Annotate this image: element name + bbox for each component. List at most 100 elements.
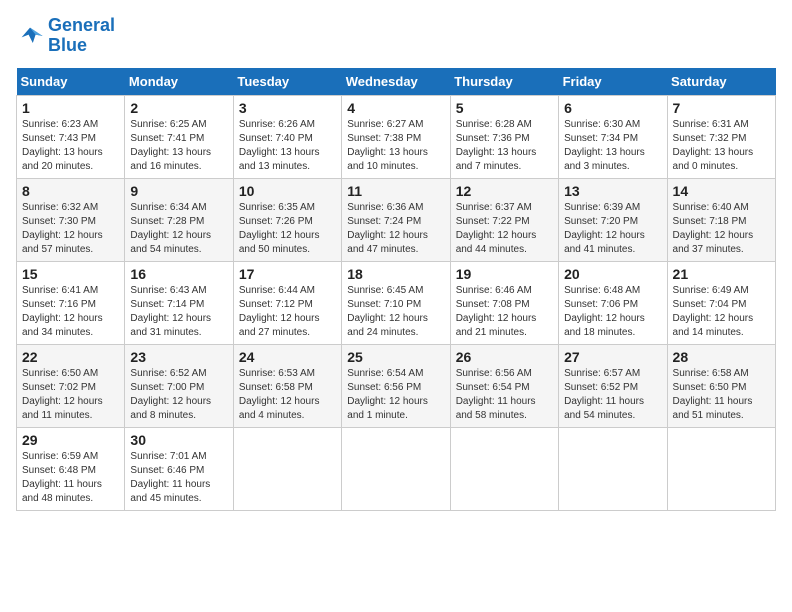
calendar-cell: 3 Sunrise: 6:26 AM Sunset: 7:40 PM Dayli… [233, 95, 341, 178]
day-info: Sunrise: 6:37 AM Sunset: 7:22 PM Dayligh… [456, 201, 553, 257]
day-info: Sunrise: 6:48 AM Sunset: 7:06 PM Dayligh… [564, 284, 661, 340]
day-number: 22 [22, 349, 119, 365]
day-info: Sunrise: 6:36 AM Sunset: 7:24 PM Dayligh… [347, 201, 444, 257]
day-info: Sunrise: 6:26 AM Sunset: 7:40 PM Dayligh… [239, 118, 336, 174]
day-number: 26 [456, 349, 553, 365]
calendar-cell: 27 Sunrise: 6:57 AM Sunset: 6:52 PM Dayl… [559, 344, 667, 427]
day-info: Sunrise: 6:56 AM Sunset: 6:54 PM Dayligh… [456, 367, 553, 423]
calendar-week-row: 8 Sunrise: 6:32 AM Sunset: 7:30 PM Dayli… [17, 178, 776, 261]
day-number: 16 [130, 266, 227, 282]
calendar-cell: 26 Sunrise: 6:56 AM Sunset: 6:54 PM Dayl… [450, 344, 558, 427]
logo-text: General Blue [48, 16, 115, 56]
calendar-week-row: 1 Sunrise: 6:23 AM Sunset: 7:43 PM Dayli… [17, 95, 776, 178]
calendar-table: SundayMondayTuesdayWednesdayThursdayFrid… [16, 68, 776, 511]
calendar-cell: 6 Sunrise: 6:30 AM Sunset: 7:34 PM Dayli… [559, 95, 667, 178]
calendar-cell: 7 Sunrise: 6:31 AM Sunset: 7:32 PM Dayli… [667, 95, 775, 178]
calendar-cell: 12 Sunrise: 6:37 AM Sunset: 7:22 PM Dayl… [450, 178, 558, 261]
day-number: 8 [22, 183, 119, 199]
day-number: 28 [673, 349, 770, 365]
day-header-friday: Friday [559, 68, 667, 96]
calendar-cell [342, 427, 450, 510]
day-number: 13 [564, 183, 661, 199]
calendar-cell: 4 Sunrise: 6:27 AM Sunset: 7:38 PM Dayli… [342, 95, 450, 178]
day-number: 21 [673, 266, 770, 282]
day-info: Sunrise: 6:43 AM Sunset: 7:14 PM Dayligh… [130, 284, 227, 340]
day-info: Sunrise: 6:32 AM Sunset: 7:30 PM Dayligh… [22, 201, 119, 257]
calendar-cell [233, 427, 341, 510]
day-header-monday: Monday [125, 68, 233, 96]
day-info: Sunrise: 6:31 AM Sunset: 7:32 PM Dayligh… [673, 118, 770, 174]
calendar-cell: 13 Sunrise: 6:39 AM Sunset: 7:20 PM Dayl… [559, 178, 667, 261]
calendar-cell: 18 Sunrise: 6:45 AM Sunset: 7:10 PM Dayl… [342, 261, 450, 344]
day-info: Sunrise: 6:52 AM Sunset: 7:00 PM Dayligh… [130, 367, 227, 423]
day-info: Sunrise: 6:27 AM Sunset: 7:38 PM Dayligh… [347, 118, 444, 174]
calendar-cell: 22 Sunrise: 6:50 AM Sunset: 7:02 PM Dayl… [17, 344, 125, 427]
calendar-header-row: SundayMondayTuesdayWednesdayThursdayFrid… [17, 68, 776, 96]
calendar-cell: 14 Sunrise: 6:40 AM Sunset: 7:18 PM Dayl… [667, 178, 775, 261]
day-info: Sunrise: 6:49 AM Sunset: 7:04 PM Dayligh… [673, 284, 770, 340]
calendar-cell: 21 Sunrise: 6:49 AM Sunset: 7:04 PM Dayl… [667, 261, 775, 344]
calendar-cell: 10 Sunrise: 6:35 AM Sunset: 7:26 PM Dayl… [233, 178, 341, 261]
day-number: 30 [130, 432, 227, 448]
day-info: Sunrise: 6:39 AM Sunset: 7:20 PM Dayligh… [564, 201, 661, 257]
day-number: 4 [347, 100, 444, 116]
day-header-thursday: Thursday [450, 68, 558, 96]
calendar-cell: 30 Sunrise: 7:01 AM Sunset: 6:46 PM Dayl… [125, 427, 233, 510]
day-number: 27 [564, 349, 661, 365]
day-number: 25 [347, 349, 444, 365]
day-info: Sunrise: 6:35 AM Sunset: 7:26 PM Dayligh… [239, 201, 336, 257]
day-number: 20 [564, 266, 661, 282]
day-info: Sunrise: 6:44 AM Sunset: 7:12 PM Dayligh… [239, 284, 336, 340]
day-number: 9 [130, 183, 227, 199]
calendar-cell: 29 Sunrise: 6:59 AM Sunset: 6:48 PM Dayl… [17, 427, 125, 510]
calendar-cell: 28 Sunrise: 6:58 AM Sunset: 6:50 PM Dayl… [667, 344, 775, 427]
calendar-cell: 9 Sunrise: 6:34 AM Sunset: 7:28 PM Dayli… [125, 178, 233, 261]
calendar-cell: 19 Sunrise: 6:46 AM Sunset: 7:08 PM Dayl… [450, 261, 558, 344]
logo-icon [16, 22, 44, 50]
calendar-cell [450, 427, 558, 510]
calendar-cell: 17 Sunrise: 6:44 AM Sunset: 7:12 PM Dayl… [233, 261, 341, 344]
calendar-cell: 16 Sunrise: 6:43 AM Sunset: 7:14 PM Dayl… [125, 261, 233, 344]
calendar-cell: 23 Sunrise: 6:52 AM Sunset: 7:00 PM Dayl… [125, 344, 233, 427]
day-info: Sunrise: 6:59 AM Sunset: 6:48 PM Dayligh… [22, 450, 119, 506]
calendar-week-row: 22 Sunrise: 6:50 AM Sunset: 7:02 PM Dayl… [17, 344, 776, 427]
day-info: Sunrise: 6:41 AM Sunset: 7:16 PM Dayligh… [22, 284, 119, 340]
day-number: 17 [239, 266, 336, 282]
day-number: 18 [347, 266, 444, 282]
day-info: Sunrise: 6:28 AM Sunset: 7:36 PM Dayligh… [456, 118, 553, 174]
day-info: Sunrise: 6:53 AM Sunset: 6:58 PM Dayligh… [239, 367, 336, 423]
day-number: 15 [22, 266, 119, 282]
calendar-cell: 2 Sunrise: 6:25 AM Sunset: 7:41 PM Dayli… [125, 95, 233, 178]
day-number: 11 [347, 183, 444, 199]
calendar-cell: 24 Sunrise: 6:53 AM Sunset: 6:58 PM Dayl… [233, 344, 341, 427]
calendar-cell: 1 Sunrise: 6:23 AM Sunset: 7:43 PM Dayli… [17, 95, 125, 178]
day-number: 1 [22, 100, 119, 116]
day-info: Sunrise: 6:25 AM Sunset: 7:41 PM Dayligh… [130, 118, 227, 174]
day-number: 5 [456, 100, 553, 116]
day-header-tuesday: Tuesday [233, 68, 341, 96]
calendar-cell: 15 Sunrise: 6:41 AM Sunset: 7:16 PM Dayl… [17, 261, 125, 344]
day-info: Sunrise: 6:50 AM Sunset: 7:02 PM Dayligh… [22, 367, 119, 423]
day-header-wednesday: Wednesday [342, 68, 450, 96]
calendar-cell: 20 Sunrise: 6:48 AM Sunset: 7:06 PM Dayl… [559, 261, 667, 344]
day-header-sunday: Sunday [17, 68, 125, 96]
day-info: Sunrise: 7:01 AM Sunset: 6:46 PM Dayligh… [130, 450, 227, 506]
day-number: 3 [239, 100, 336, 116]
calendar-week-row: 15 Sunrise: 6:41 AM Sunset: 7:16 PM Dayl… [17, 261, 776, 344]
calendar-cell [667, 427, 775, 510]
day-header-saturday: Saturday [667, 68, 775, 96]
day-number: 12 [456, 183, 553, 199]
day-info: Sunrise: 6:23 AM Sunset: 7:43 PM Dayligh… [22, 118, 119, 174]
day-info: Sunrise: 6:46 AM Sunset: 7:08 PM Dayligh… [456, 284, 553, 340]
day-info: Sunrise: 6:30 AM Sunset: 7:34 PM Dayligh… [564, 118, 661, 174]
day-info: Sunrise: 6:45 AM Sunset: 7:10 PM Dayligh… [347, 284, 444, 340]
day-info: Sunrise: 6:34 AM Sunset: 7:28 PM Dayligh… [130, 201, 227, 257]
day-info: Sunrise: 6:57 AM Sunset: 6:52 PM Dayligh… [564, 367, 661, 423]
day-number: 6 [564, 100, 661, 116]
day-info: Sunrise: 6:40 AM Sunset: 7:18 PM Dayligh… [673, 201, 770, 257]
day-number: 24 [239, 349, 336, 365]
calendar-cell: 5 Sunrise: 6:28 AM Sunset: 7:36 PM Dayli… [450, 95, 558, 178]
day-info: Sunrise: 6:58 AM Sunset: 6:50 PM Dayligh… [673, 367, 770, 423]
day-number: 29 [22, 432, 119, 448]
day-number: 2 [130, 100, 227, 116]
